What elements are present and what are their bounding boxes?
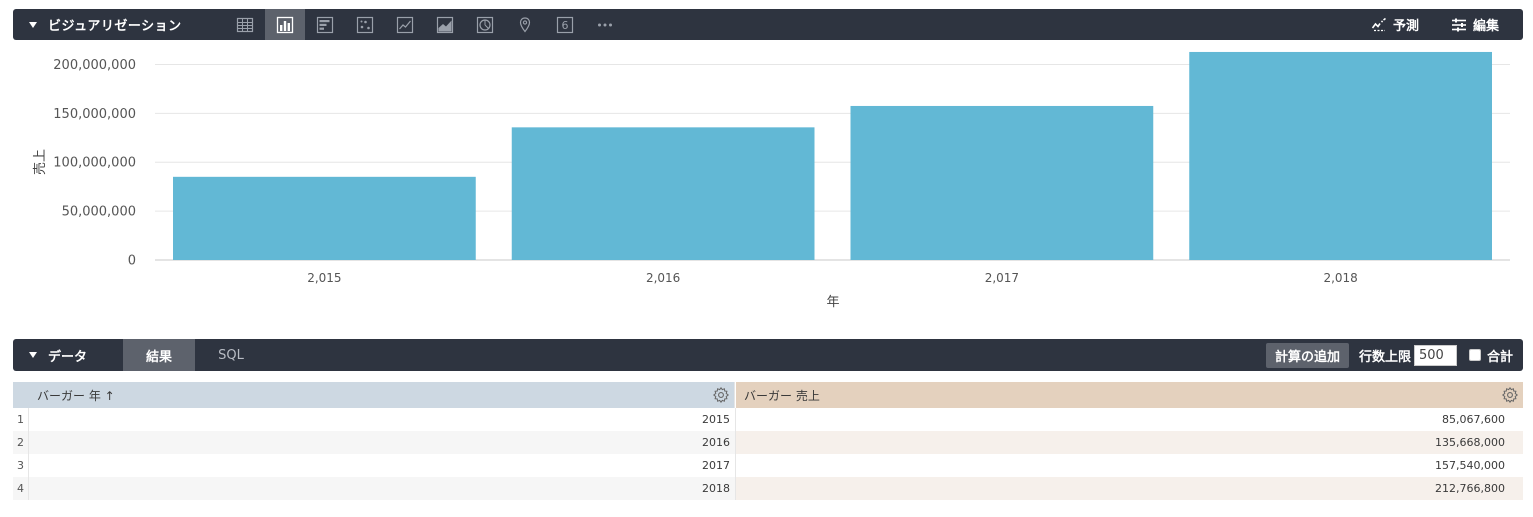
more-icon[interactable] (585, 9, 625, 40)
visualization-header[interactable]: ビジュアリゼーション (29, 9, 182, 40)
single-value-glyph: 6 (562, 19, 569, 32)
area-chart-icon[interactable] (425, 9, 465, 40)
bar[interactable] (511, 127, 815, 260)
forecast-button[interactable]: 予測 (1371, 15, 1419, 34)
x-tick-label: 2,016 (646, 271, 680, 285)
map-pin-icon[interactable] (505, 9, 545, 40)
data-title: データ (48, 349, 88, 365)
cell-year[interactable]: 2016 (29, 431, 736, 454)
x-tick-label: 2,017 (985, 271, 1019, 285)
visualization-toolbar: ビジュアリゼーション 6 予測 編集 (13, 9, 1523, 40)
line-chart-icon[interactable] (385, 9, 425, 40)
totals-checkbox[interactable] (1468, 349, 1481, 361)
visualization-title: ビジュアリゼーション (48, 19, 182, 34)
cell-year[interactable]: 2015 (29, 408, 736, 431)
add-calculation-button[interactable]: 計算の追加 (1265, 342, 1349, 368)
y-tick-label: 100,000,000 (53, 156, 136, 171)
column-header-year[interactable]: バーガー 年 ↑ (29, 382, 735, 408)
data-toolbar: データ 結果 SQL 計算の追加 行数上限 合計 (13, 339, 1523, 371)
row-limit-label: 行数上限 (1358, 349, 1411, 365)
bar[interactable] (1189, 51, 1492, 260)
row-index: 2 (13, 431, 29, 454)
edit-button[interactable]: 編集 (1451, 15, 1499, 34)
row-index-header (13, 382, 29, 408)
cell-sales[interactable]: 85,067,600 (736, 408, 1523, 431)
bar[interactable] (850, 105, 1154, 260)
pie-chart-icon[interactable] (465, 9, 505, 40)
table-row: 4 2018 212,766,800 (13, 477, 1523, 500)
table-icon[interactable] (225, 9, 265, 40)
row-index: 3 (13, 454, 29, 477)
column-chart-icon[interactable] (265, 9, 305, 40)
cell-sales[interactable]: 212,766,800 (736, 477, 1523, 500)
results-table: バーガー 年 ↑ バーガー 売上 1 2015 85,067,600 2 201… (13, 382, 1523, 500)
table-row: 1 2015 85,067,600 (13, 408, 1523, 431)
forecast-icon (1371, 17, 1386, 31)
collapse-caret-icon[interactable] (29, 352, 37, 358)
data-header[interactable]: データ (29, 339, 87, 371)
x-axis-title: 年 (826, 295, 839, 310)
tab-results[interactable]: 結果 (123, 339, 195, 371)
y-tick-label: 200,000,000 (53, 58, 136, 73)
y-tick-label: 50,000,000 (62, 205, 136, 220)
column-chart: 0 50,000,000 100,000,000 150,000,000 200,000… (32, 51, 1510, 310)
data-actions: 計算の追加 行数上限 合計 (1265, 339, 1513, 371)
y-axis-title: 売上 (32, 149, 48, 175)
cell-sales[interactable]: 157,540,000 (736, 454, 1523, 477)
gear-icon[interactable] (1501, 386, 1519, 404)
single-value-icon[interactable]: 6 (545, 9, 585, 40)
y-tick-label: 0 (128, 254, 136, 269)
table-row: 3 2017 157,540,000 (13, 454, 1523, 477)
chart-area: 0 50,000,000 100,000,000 150,000,000 200,000… (0, 40, 1533, 330)
bar-chart-icon[interactable] (305, 9, 345, 40)
cell-sales[interactable]: 135,668,000 (736, 431, 1523, 454)
row-limit-input[interactable] (1413, 344, 1457, 366)
column-header-sales[interactable]: バーガー 売上 (736, 382, 1523, 408)
tab-sql[interactable]: SQL (195, 339, 267, 371)
settings-sliders-icon (1451, 18, 1466, 31)
scatter-icon[interactable] (345, 9, 385, 40)
gear-icon[interactable] (712, 386, 730, 404)
edit-label: 編集 (1472, 19, 1499, 34)
collapse-caret-icon[interactable] (29, 21, 37, 28)
bar[interactable] (173, 176, 476, 260)
column-header-sales-label: バーガー 売上 (744, 388, 820, 403)
row-index: 1 (13, 408, 29, 431)
totals-label: 合計 (1486, 349, 1513, 365)
cell-year[interactable]: 2018 (29, 477, 736, 500)
chart-type-picker: 6 (225, 9, 625, 40)
column-header-year-label: バーガー 年 ↑ (37, 388, 115, 403)
visualization-actions: 予測 編集 (1339, 9, 1499, 40)
table-header: バーガー 年 ↑ バーガー 売上 (13, 382, 1523, 408)
table-row: 2 2016 135,668,000 (13, 431, 1523, 454)
x-tick-label: 2,018 (1323, 271, 1357, 285)
cell-year[interactable]: 2017 (29, 454, 736, 477)
row-index: 4 (13, 477, 29, 500)
y-tick-label: 150,000,000 (53, 107, 136, 122)
forecast-label: 予測 (1392, 19, 1419, 34)
x-tick-label: 2,015 (307, 271, 341, 285)
